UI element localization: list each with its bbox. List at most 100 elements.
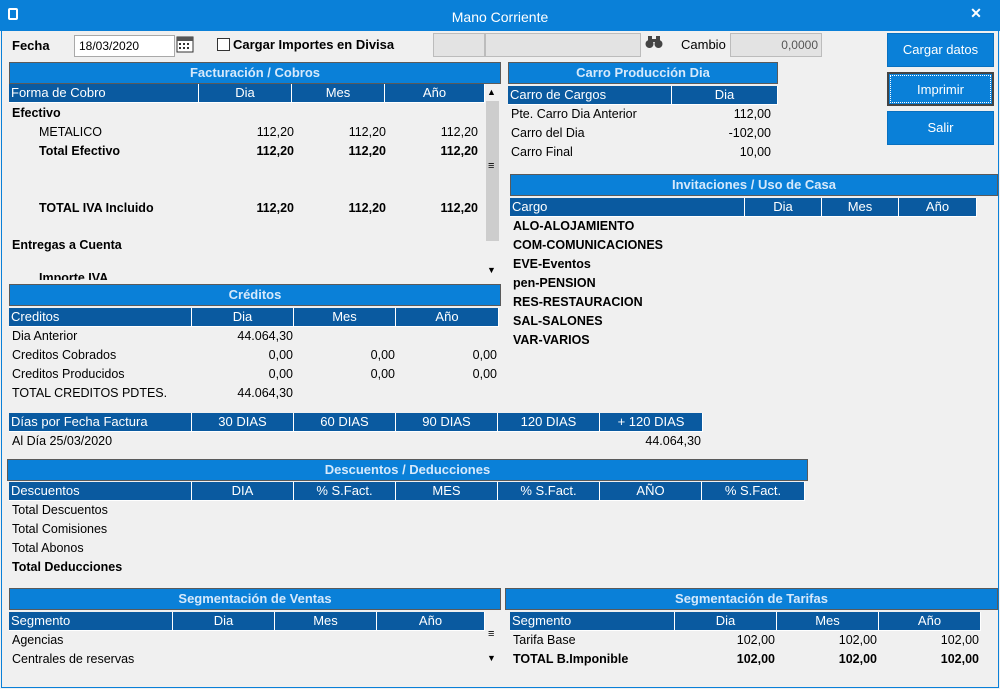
al-dia-label: Al Día 25/03/2020 xyxy=(12,434,113,448)
importe-iva-label: Importe IVA xyxy=(39,271,109,280)
col-segmento: Segmento xyxy=(510,612,675,630)
scroll-down-icon[interactable]: ▼ xyxy=(487,653,496,663)
col-forma-cobro: Forma de Cobro xyxy=(9,84,199,102)
descuentos-grid-header: Descuentos DIA % S.Fact. MES % S.Fact. A… xyxy=(9,482,805,501)
col-dia: Dia xyxy=(173,612,275,630)
row-label: TOTAL B.Imponible xyxy=(513,652,629,666)
row-label: Carro Final xyxy=(511,145,573,159)
table-row: Total Efectivo 112,20 112,20 112,20 xyxy=(9,142,485,161)
list-item: Total Comisiones xyxy=(12,522,108,536)
list-item: Total Deducciones xyxy=(12,560,123,574)
col-mes: MES xyxy=(396,482,498,500)
window-title: Mano Corriente xyxy=(451,9,549,25)
list-item: Agencias xyxy=(12,633,64,647)
col-segmento: Segmento xyxy=(9,612,173,630)
row-anio: 102,00 xyxy=(940,633,979,647)
row-anio: 0,00 xyxy=(472,348,497,362)
divisa-checkbox[interactable] xyxy=(217,38,230,51)
row-dia: 112,20 xyxy=(256,144,294,158)
close-button[interactable]: ✕ xyxy=(964,4,988,22)
carro-grid-header: Carro de Cargos Dia xyxy=(508,86,778,105)
table-row: TOTAL B.Imponible 102,00 102,00 102,00 xyxy=(510,650,981,669)
scroll-down-icon[interactable]: ▼ xyxy=(487,265,496,275)
col-anio: AÑO xyxy=(600,482,702,500)
col-dia: Dia xyxy=(675,612,777,630)
col-pct-mes: % S.Fact. xyxy=(498,482,600,500)
col-anio: Año xyxy=(879,612,981,630)
col-anio: Año xyxy=(377,612,485,630)
cargar-datos-button[interactable]: Cargar datos xyxy=(887,33,994,67)
scroll-grip-icon: ≡ xyxy=(488,628,495,640)
row-label: Tarifa Base xyxy=(513,633,576,647)
seg-tarifas-grid-header: Segmento Dia Mes Año xyxy=(510,612,981,631)
divisa-name-field xyxy=(485,33,641,57)
facturacion-grid-header: Forma de Cobro Dia Mes Año xyxy=(9,84,485,103)
col-mes: Mes xyxy=(822,198,899,216)
col-dia: Dia xyxy=(192,308,294,326)
row-anio: 112,20 xyxy=(440,144,478,158)
table-row: Creditos Cobrados 0,00 0,00 0,00 xyxy=(9,346,499,365)
fecha-input[interactable]: 18/03/2020 xyxy=(74,35,175,57)
row-dia: 44.064,30 xyxy=(237,329,293,343)
efectivo-group-label: Efectivo xyxy=(12,106,61,120)
cambio-input: 0,0000 xyxy=(730,33,822,57)
window-body: Fecha 18/03/2020 Cargar Importes en Divi… xyxy=(1,31,999,688)
descuentos-header: Descuentos / Deducciones xyxy=(7,459,808,481)
row-mes: 112,20 xyxy=(348,144,386,158)
dias-grid-header: Días por Fecha Factura 30 DIAS 60 DIAS 9… xyxy=(9,413,703,432)
scroll-up-icon[interactable]: ▲ xyxy=(487,87,496,97)
row-anio: 0,00 xyxy=(472,367,497,381)
col-mes: Mes xyxy=(275,612,377,630)
row-value: 10,00 xyxy=(739,145,771,159)
row-dia: 102,00 xyxy=(736,633,775,647)
col-anio: Año xyxy=(396,308,499,326)
cambio-label: Cambio xyxy=(681,37,726,52)
col-dia: Dia xyxy=(199,84,292,102)
seg-ventas-grid-header: Segmento Dia Mes Año xyxy=(9,612,485,631)
list-item: pen-PENSION xyxy=(513,276,596,290)
col-plus-120-dias: + 120 DIAS xyxy=(600,413,703,431)
row-anio: 112,20 xyxy=(440,201,478,215)
row-value: 112,00 xyxy=(733,107,771,121)
row-mes: 112,20 xyxy=(348,201,386,215)
col-pct-anio: % S.Fact. xyxy=(702,482,805,500)
table-row: Pte. Carro Dia Anterior 112,00 xyxy=(508,105,778,124)
facturacion-scrollbar[interactable]: ▲ ≡ ▼ xyxy=(485,84,500,280)
invitaciones-grid-header: Cargo Dia Mes Año xyxy=(510,198,977,217)
row-anio: 112,20 xyxy=(440,125,478,139)
calendar-icon[interactable] xyxy=(176,35,194,53)
table-row: TOTAL CREDITOS PDTES. 44.064,30 xyxy=(9,384,499,403)
invitaciones-header: Invitaciones / Uso de Casa xyxy=(510,174,998,196)
row-value: -102,00 xyxy=(728,126,771,140)
carro-header: Carro Producción Dia xyxy=(508,62,778,84)
list-item: ALO-ALOJAMIENTO xyxy=(513,219,635,233)
list-item: Centrales de reservas xyxy=(12,652,135,666)
table-row: Al Día 25/03/2020 44.064,30 xyxy=(9,432,703,451)
col-mes: Mes xyxy=(294,308,396,326)
divisa-label: Cargar Importes en Divisa xyxy=(233,37,395,52)
facturacion-header: Facturación / Cobros xyxy=(9,62,501,84)
salir-button[interactable]: Salir xyxy=(887,111,994,145)
facturacion-body: Efectivo METALICO 112,20 112,20 112,20 T… xyxy=(9,103,485,280)
entregas-label: Entregas a Cuenta xyxy=(12,238,122,252)
imprimir-button[interactable]: Imprimir xyxy=(887,72,994,106)
row-dia: 112,20 xyxy=(256,201,294,215)
row-label: Creditos Producidos xyxy=(12,367,125,381)
row-label: METALICO xyxy=(39,125,102,139)
binoculars-icon[interactable] xyxy=(645,35,663,53)
col-90-dias: 90 DIAS xyxy=(396,413,498,431)
seg-ventas-header: Segmentación de Ventas xyxy=(9,588,501,610)
table-row: TOTAL IVA Incluido 112,20 112,20 112,20 xyxy=(9,199,485,218)
col-pct-dia: % S.Fact. xyxy=(294,482,396,500)
col-creditos: Creditos xyxy=(9,308,192,326)
col-120-dias: 120 DIAS xyxy=(498,413,600,431)
row-dia: 112,20 xyxy=(256,125,294,139)
table-row: Dia Anterior 44.064,30 xyxy=(9,327,499,346)
fecha-label: Fecha xyxy=(12,38,50,53)
creditos-grid-header: Creditos Dia Mes Año xyxy=(9,308,499,327)
table-row: Tarifa Base 102,00 102,00 102,00 xyxy=(510,631,981,650)
divisa-code-field xyxy=(433,33,485,57)
creditos-header: Créditos xyxy=(9,284,501,306)
seg-ventas-scrollbar[interactable]: ≡ ▼ xyxy=(485,612,500,668)
col-mes: Mes xyxy=(292,84,385,102)
